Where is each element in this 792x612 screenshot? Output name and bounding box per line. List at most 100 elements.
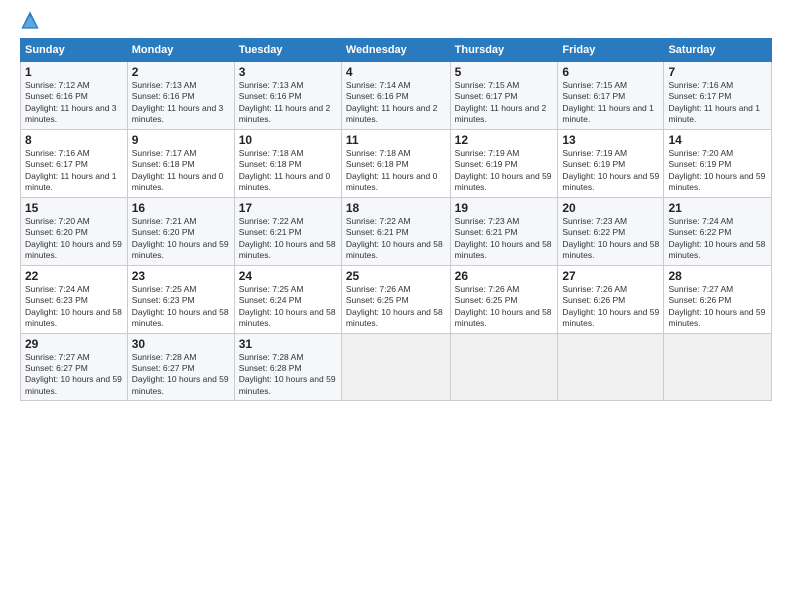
logo	[20, 10, 44, 30]
cell-sunrise: Sunrise: 7:18 AMSunset: 6:18 PMDaylight:…	[239, 148, 331, 192]
cell-day-number: 26	[455, 269, 554, 283]
weekday-header: Tuesday	[234, 39, 341, 62]
calendar-cell: 27 Sunrise: 7:26 AMSunset: 6:26 PMDaylig…	[558, 265, 664, 333]
cell-day-number: 29	[25, 337, 123, 351]
cell-sunrise: Sunrise: 7:24 AMSunset: 6:23 PMDaylight:…	[25, 284, 122, 328]
calendar-cell: 1 Sunrise: 7:12 AMSunset: 6:16 PMDayligh…	[21, 62, 128, 130]
cell-sunrise: Sunrise: 7:22 AMSunset: 6:21 PMDaylight:…	[239, 216, 336, 260]
cell-day-number: 9	[132, 133, 230, 147]
cell-sunrise: Sunrise: 7:19 AMSunset: 6:19 PMDaylight:…	[562, 148, 659, 192]
calendar-cell: 14 Sunrise: 7:20 AMSunset: 6:19 PMDaylig…	[664, 129, 772, 197]
cell-sunrise: Sunrise: 7:20 AMSunset: 6:19 PMDaylight:…	[668, 148, 765, 192]
cell-sunrise: Sunrise: 7:26 AMSunset: 6:25 PMDaylight:…	[455, 284, 552, 328]
calendar-week-row: 8 Sunrise: 7:16 AMSunset: 6:17 PMDayligh…	[21, 129, 772, 197]
cell-sunrise: Sunrise: 7:15 AMSunset: 6:17 PMDaylight:…	[455, 80, 547, 124]
cell-day-number: 6	[562, 65, 659, 79]
cell-sunrise: Sunrise: 7:12 AMSunset: 6:16 PMDaylight:…	[25, 80, 117, 124]
calendar-cell: 4 Sunrise: 7:14 AMSunset: 6:16 PMDayligh…	[341, 62, 450, 130]
cell-sunrise: Sunrise: 7:13 AMSunset: 6:16 PMDaylight:…	[132, 80, 224, 124]
cell-day-number: 17	[239, 201, 337, 215]
cell-day-number: 7	[668, 65, 767, 79]
calendar-cell: 15 Sunrise: 7:20 AMSunset: 6:20 PMDaylig…	[21, 197, 128, 265]
calendar-cell: 21 Sunrise: 7:24 AMSunset: 6:22 PMDaylig…	[664, 197, 772, 265]
cell-day-number: 21	[668, 201, 767, 215]
cell-sunrise: Sunrise: 7:21 AMSunset: 6:20 PMDaylight:…	[132, 216, 229, 260]
weekday-header: Monday	[127, 39, 234, 62]
cell-sunrise: Sunrise: 7:13 AMSunset: 6:16 PMDaylight:…	[239, 80, 331, 124]
cell-day-number: 3	[239, 65, 337, 79]
cell-sunrise: Sunrise: 7:23 AMSunset: 6:22 PMDaylight:…	[562, 216, 659, 260]
calendar-cell: 31 Sunrise: 7:28 AMSunset: 6:28 PMDaylig…	[234, 333, 341, 401]
calendar-cell: 2 Sunrise: 7:13 AMSunset: 6:16 PMDayligh…	[127, 62, 234, 130]
weekday-header: Wednesday	[341, 39, 450, 62]
cell-day-number: 19	[455, 201, 554, 215]
cell-day-number: 4	[346, 65, 446, 79]
cell-sunrise: Sunrise: 7:26 AMSunset: 6:26 PMDaylight:…	[562, 284, 659, 328]
calendar-cell: 19 Sunrise: 7:23 AMSunset: 6:21 PMDaylig…	[450, 197, 558, 265]
cell-sunrise: Sunrise: 7:19 AMSunset: 6:19 PMDaylight:…	[455, 148, 552, 192]
cell-sunrise: Sunrise: 7:16 AMSunset: 6:17 PMDaylight:…	[668, 80, 760, 124]
calendar-cell: 22 Sunrise: 7:24 AMSunset: 6:23 PMDaylig…	[21, 265, 128, 333]
calendar-cell	[558, 333, 664, 401]
weekday-header: Friday	[558, 39, 664, 62]
calendar-cell: 29 Sunrise: 7:27 AMSunset: 6:27 PMDaylig…	[21, 333, 128, 401]
calendar-cell: 23 Sunrise: 7:25 AMSunset: 6:23 PMDaylig…	[127, 265, 234, 333]
cell-sunrise: Sunrise: 7:27 AMSunset: 6:26 PMDaylight:…	[668, 284, 765, 328]
weekday-header: Sunday	[21, 39, 128, 62]
cell-sunrise: Sunrise: 7:28 AMSunset: 6:27 PMDaylight:…	[132, 352, 229, 396]
cell-sunrise: Sunrise: 7:27 AMSunset: 6:27 PMDaylight:…	[25, 352, 122, 396]
calendar-cell: 16 Sunrise: 7:21 AMSunset: 6:20 PMDaylig…	[127, 197, 234, 265]
cell-day-number: 12	[455, 133, 554, 147]
cell-sunrise: Sunrise: 7:26 AMSunset: 6:25 PMDaylight:…	[346, 284, 443, 328]
cell-sunrise: Sunrise: 7:28 AMSunset: 6:28 PMDaylight:…	[239, 352, 336, 396]
cell-sunrise: Sunrise: 7:25 AMSunset: 6:23 PMDaylight:…	[132, 284, 229, 328]
cell-sunrise: Sunrise: 7:14 AMSunset: 6:16 PMDaylight:…	[346, 80, 438, 124]
cell-sunrise: Sunrise: 7:20 AMSunset: 6:20 PMDaylight:…	[25, 216, 122, 260]
logo-icon	[20, 10, 40, 30]
cell-day-number: 31	[239, 337, 337, 351]
cell-day-number: 16	[132, 201, 230, 215]
calendar-cell: 26 Sunrise: 7:26 AMSunset: 6:25 PMDaylig…	[450, 265, 558, 333]
calendar-cell: 10 Sunrise: 7:18 AMSunset: 6:18 PMDaylig…	[234, 129, 341, 197]
calendar-table: SundayMondayTuesdayWednesdayThursdayFrid…	[20, 38, 772, 401]
weekday-header: Thursday	[450, 39, 558, 62]
cell-day-number: 5	[455, 65, 554, 79]
cell-day-number: 20	[562, 201, 659, 215]
calendar-cell: 8 Sunrise: 7:16 AMSunset: 6:17 PMDayligh…	[21, 129, 128, 197]
calendar-cell: 17 Sunrise: 7:22 AMSunset: 6:21 PMDaylig…	[234, 197, 341, 265]
cell-day-number: 14	[668, 133, 767, 147]
cell-day-number: 1	[25, 65, 123, 79]
calendar-cell: 20 Sunrise: 7:23 AMSunset: 6:22 PMDaylig…	[558, 197, 664, 265]
cell-day-number: 30	[132, 337, 230, 351]
cell-day-number: 25	[346, 269, 446, 283]
calendar-cell	[664, 333, 772, 401]
cell-sunrise: Sunrise: 7:18 AMSunset: 6:18 PMDaylight:…	[346, 148, 438, 192]
calendar-cell: 11 Sunrise: 7:18 AMSunset: 6:18 PMDaylig…	[341, 129, 450, 197]
calendar-week-row: 1 Sunrise: 7:12 AMSunset: 6:16 PMDayligh…	[21, 62, 772, 130]
cell-day-number: 27	[562, 269, 659, 283]
cell-day-number: 11	[346, 133, 446, 147]
cell-day-number: 13	[562, 133, 659, 147]
calendar-cell: 13 Sunrise: 7:19 AMSunset: 6:19 PMDaylig…	[558, 129, 664, 197]
calendar-cell: 7 Sunrise: 7:16 AMSunset: 6:17 PMDayligh…	[664, 62, 772, 130]
page: SundayMondayTuesdayWednesdayThursdayFrid…	[0, 0, 792, 612]
cell-day-number: 8	[25, 133, 123, 147]
calendar-cell: 9 Sunrise: 7:17 AMSunset: 6:18 PMDayligh…	[127, 129, 234, 197]
cell-day-number: 2	[132, 65, 230, 79]
calendar-cell: 5 Sunrise: 7:15 AMSunset: 6:17 PMDayligh…	[450, 62, 558, 130]
cell-sunrise: Sunrise: 7:24 AMSunset: 6:22 PMDaylight:…	[668, 216, 765, 260]
cell-day-number: 10	[239, 133, 337, 147]
cell-sunrise: Sunrise: 7:25 AMSunset: 6:24 PMDaylight:…	[239, 284, 336, 328]
cell-day-number: 22	[25, 269, 123, 283]
cell-day-number: 18	[346, 201, 446, 215]
cell-sunrise: Sunrise: 7:16 AMSunset: 6:17 PMDaylight:…	[25, 148, 117, 192]
cell-day-number: 28	[668, 269, 767, 283]
calendar-cell: 30 Sunrise: 7:28 AMSunset: 6:27 PMDaylig…	[127, 333, 234, 401]
calendar-cell: 12 Sunrise: 7:19 AMSunset: 6:19 PMDaylig…	[450, 129, 558, 197]
calendar-week-row: 22 Sunrise: 7:24 AMSunset: 6:23 PMDaylig…	[21, 265, 772, 333]
calendar-week-row: 29 Sunrise: 7:27 AMSunset: 6:27 PMDaylig…	[21, 333, 772, 401]
calendar-cell: 3 Sunrise: 7:13 AMSunset: 6:16 PMDayligh…	[234, 62, 341, 130]
cell-sunrise: Sunrise: 7:15 AMSunset: 6:17 PMDaylight:…	[562, 80, 654, 124]
calendar-cell: 28 Sunrise: 7:27 AMSunset: 6:26 PMDaylig…	[664, 265, 772, 333]
header	[20, 10, 772, 30]
